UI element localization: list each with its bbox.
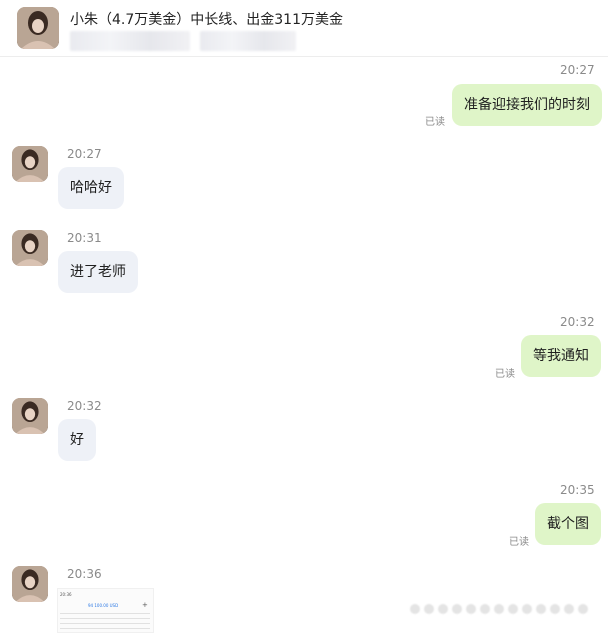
thumbnail-clock: 20:36 bbox=[60, 592, 72, 597]
incoming-message[interactable]: 进了老师 bbox=[58, 251, 138, 293]
contact-avatar[interactable] bbox=[12, 146, 48, 182]
thumbnail-rows bbox=[60, 613, 150, 629]
message-time: 20:31 bbox=[67, 231, 102, 245]
outgoing-message[interactable]: 准备迎接我们的时刻 bbox=[452, 84, 602, 126]
contact-avatar[interactable] bbox=[17, 7, 59, 49]
message-time: 20:36 bbox=[67, 567, 102, 581]
incoming-message[interactable]: 哈哈好 bbox=[58, 167, 124, 209]
image-message-thumbnail[interactable]: 20:36 + 94 100.00 USD bbox=[57, 588, 154, 633]
contact-avatar[interactable] bbox=[12, 230, 48, 266]
message-time: 20:32 bbox=[560, 315, 595, 329]
read-status: 已读 bbox=[495, 369, 515, 380]
outgoing-message[interactable]: 等我通知 bbox=[521, 335, 601, 377]
outgoing-message[interactable]: 截个图 bbox=[535, 503, 601, 545]
chat-header: 小朱（4.7万美金）中长线、出金311万美金 bbox=[0, 0, 608, 57]
message-time: 20:32 bbox=[67, 399, 102, 413]
read-status: 已读 bbox=[425, 117, 445, 128]
contact-avatar[interactable] bbox=[12, 398, 48, 434]
read-status: 已读 bbox=[509, 537, 529, 548]
thumbnail-amount: 94 100.00 USD bbox=[88, 603, 119, 608]
blurred-watermark bbox=[410, 602, 600, 618]
message-time: 20:27 bbox=[67, 147, 102, 161]
chat-title: 小朱（4.7万美金）中长线、出金311万美金 bbox=[70, 12, 343, 28]
contact-avatar[interactable] bbox=[12, 566, 48, 602]
message-time: 20:27 bbox=[560, 63, 595, 77]
incoming-message[interactable]: 好 bbox=[58, 419, 96, 461]
thumbnail-plus-icon: + bbox=[142, 601, 148, 609]
message-time: 20:35 bbox=[560, 483, 595, 497]
